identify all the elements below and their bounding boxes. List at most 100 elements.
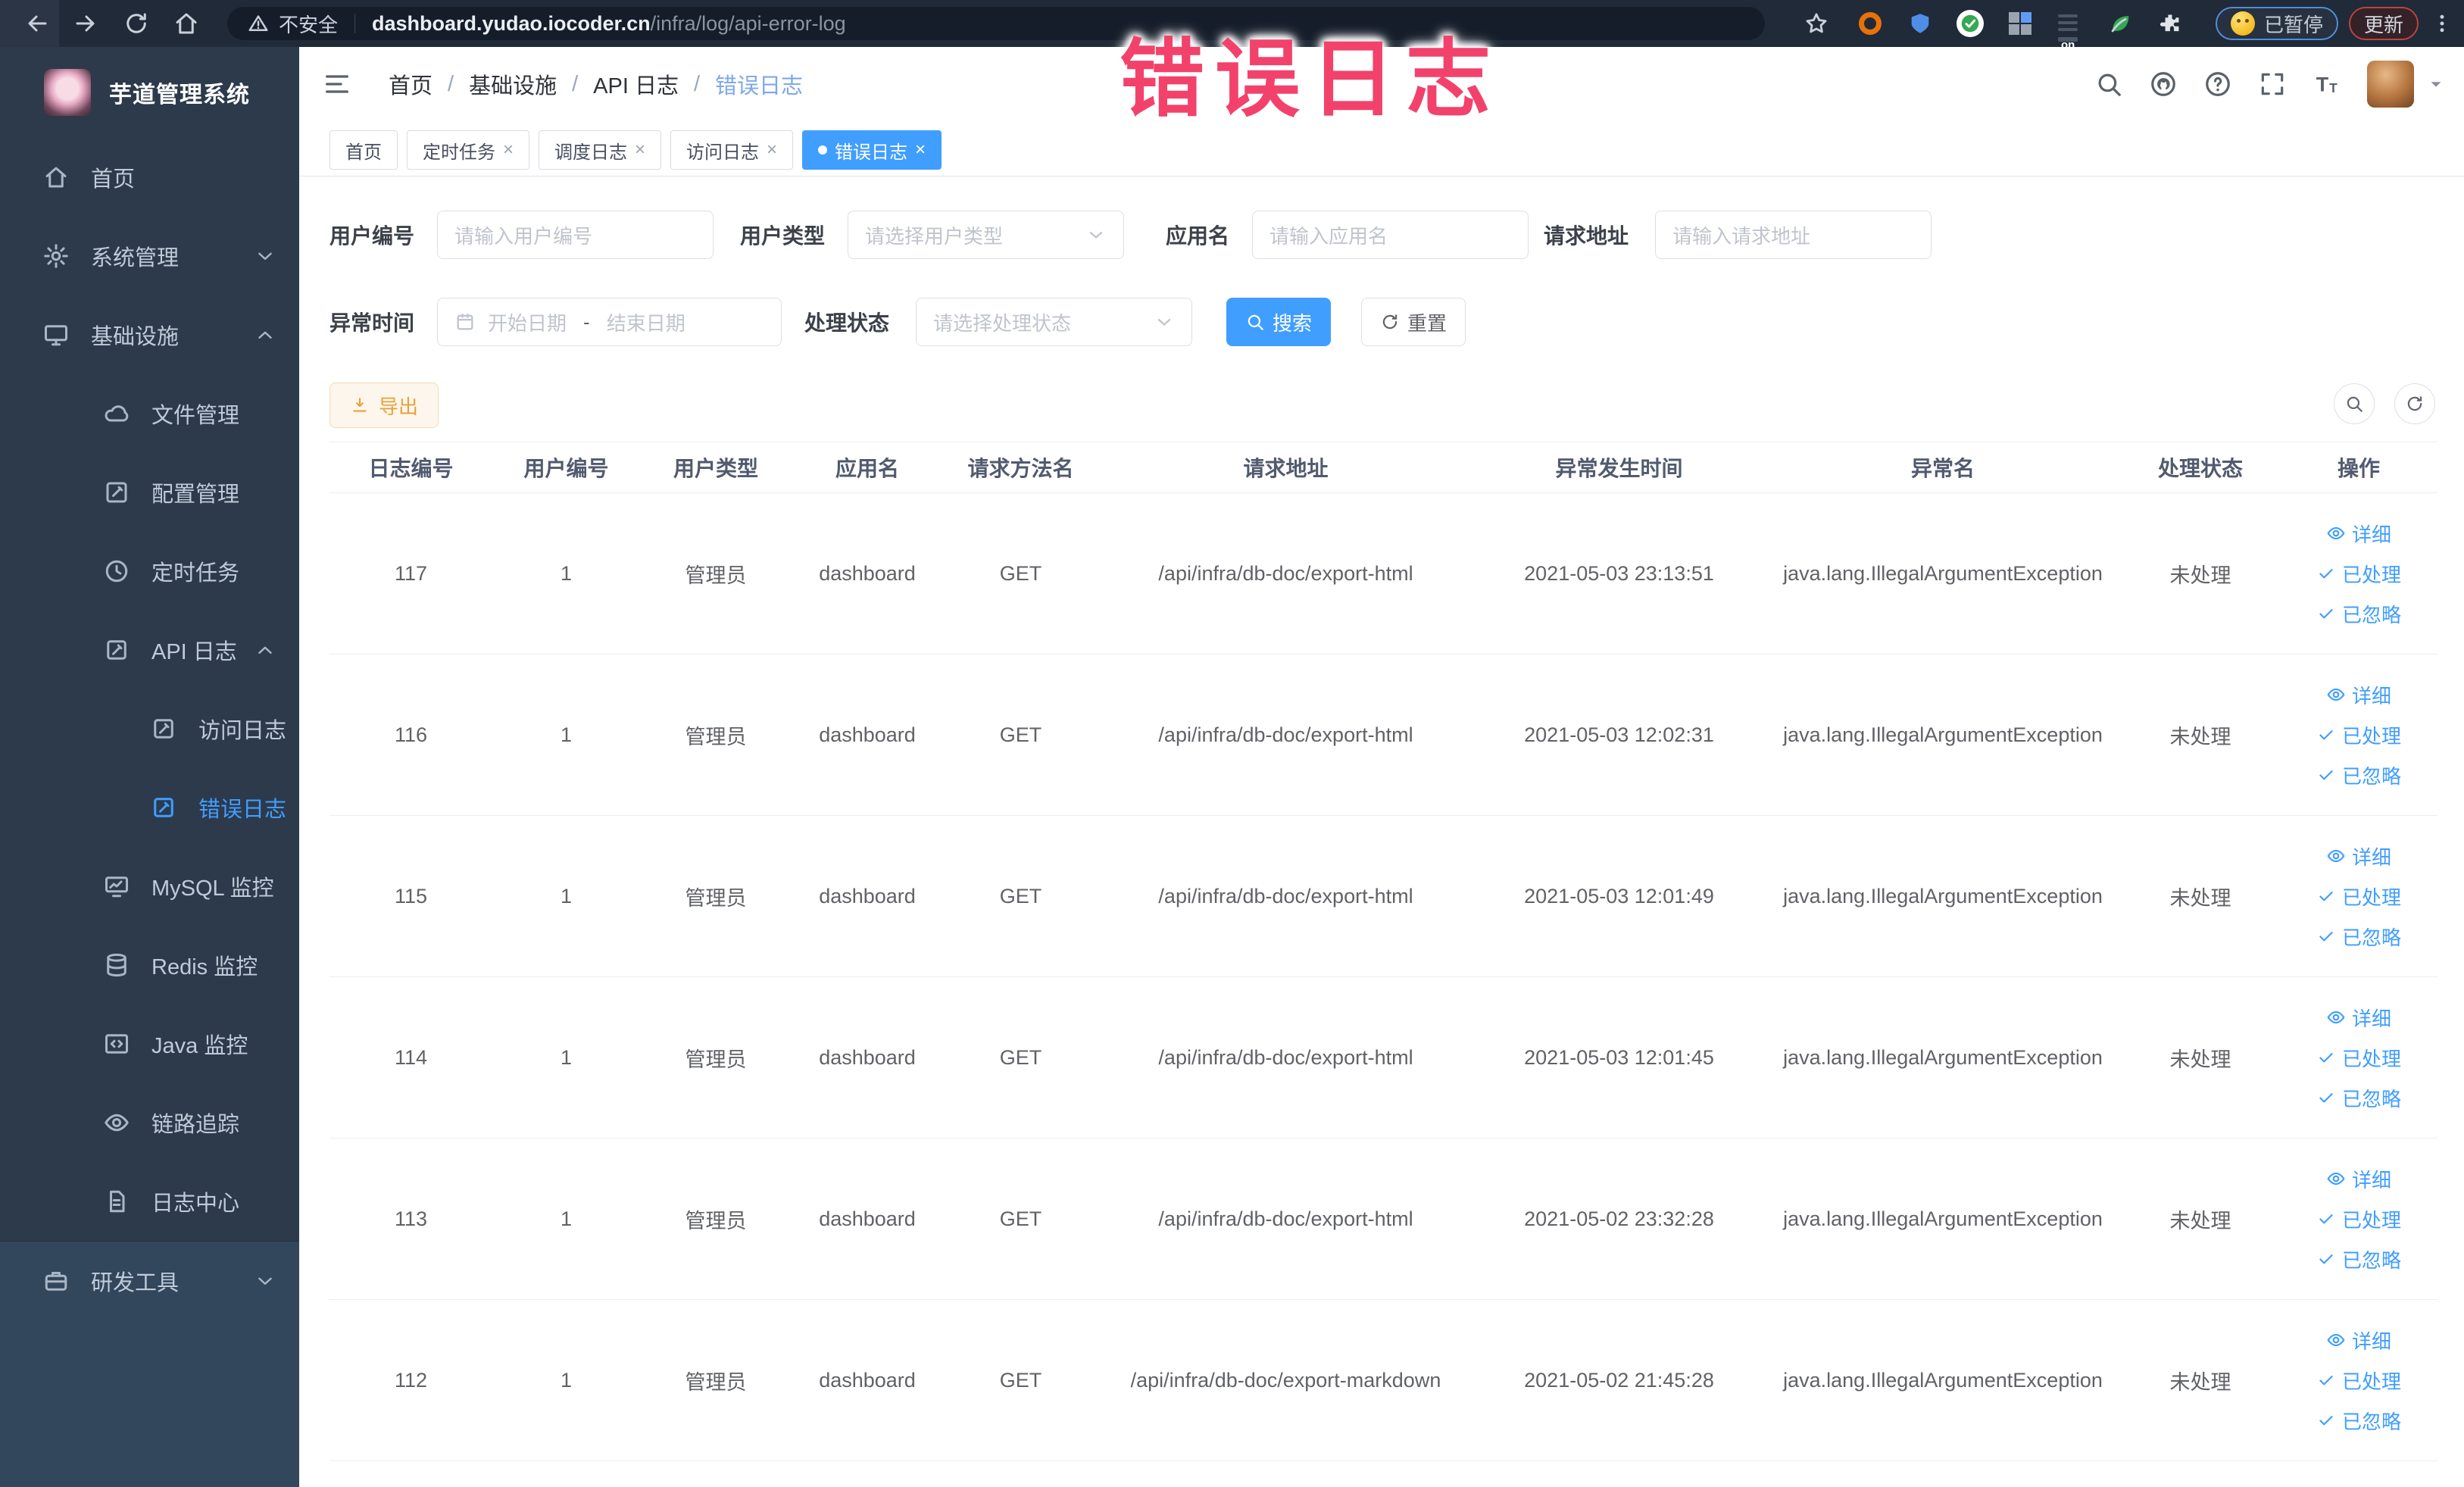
action-已处理[interactable]: 已处理 [2316,1367,2401,1395]
date-range-picker[interactable]: 开始日期 - 结束日期 [437,298,782,346]
user-avatar[interactable] [2367,61,2414,108]
tab-调度日志[interactable]: 调度日志 × [539,130,662,170]
sidebar-item-java[interactable]: Java 监控 [0,1004,299,1083]
browser-reload-button[interactable] [100,10,150,37]
reset-button[interactable]: 重置 [1361,298,1466,346]
action-label: 详细 [2351,523,2391,546]
sidebar-item-file[interactable]: 文件管理 [0,374,299,453]
caret-down-icon[interactable] [2426,74,2446,94]
sidebar-item-job[interactable]: 定时任务 [0,532,299,611]
search-button[interactable]: 搜索 [1226,298,1332,346]
tab-首页[interactable]: 首页 [329,130,398,170]
action-已处理[interactable]: 已处理 [2316,560,2401,588]
action-详细[interactable]: 详细 [2326,1004,2391,1032]
topbar-search-button[interactable] [2094,70,2123,98]
address-bar[interactable]: 不安全 dashboard.yudao.iocoder.cn/infra/log… [227,7,1765,40]
breadcrumb-item[interactable]: API 日志 [593,68,679,100]
tab-错误日志[interactable]: 错误日志 × [802,130,942,170]
action-已处理[interactable]: 已处理 [2316,1044,2401,1072]
topbar-font-size-button[interactable]: TT [2313,70,2341,98]
column-header: 用户编号 [523,457,609,480]
action-已忽略[interactable]: 已忽略 [2316,923,2401,951]
action-已忽略[interactable]: 已忽略 [2316,761,2401,789]
action-已处理[interactable]: 已处理 [2316,1205,2401,1233]
action-已处理[interactable]: 已处理 [2316,721,2401,749]
export-button[interactable]: 导出 [329,383,439,428]
action-label: 已处理 [2341,563,2401,586]
sidebar-item-label: Java 监控 [151,1034,248,1058]
browser-menu-icon[interactable] [2431,12,2453,35]
browser-back-button[interactable] [0,10,50,37]
ext-blue-shield[interactable] [1905,8,1935,39]
refresh-table-button[interactable] [2394,383,2435,424]
sidebar-item-api-log[interactable]: API 日志 [0,611,299,689]
req-url-input[interactable]: 请输入请求地址 [1655,211,1932,259]
user-id-input[interactable]: 请输入用户编号 [437,211,714,259]
sidebar-item-home[interactable]: 首页 [0,138,299,217]
annotation-watermark: 错误日志 [1120,32,1501,127]
action-详细[interactable]: 详细 [2326,842,2391,870]
cell-app-name: dashboard [819,1045,916,1069]
app-name-input[interactable]: 请输入应用名 [1252,211,1529,259]
action-详细[interactable]: 详细 [2326,681,2391,709]
user-type-select[interactable]: 请选择用户类型 [848,211,1125,259]
bookmark-star-icon[interactable] [1803,11,1829,36]
action-详细[interactable]: 详细 [2326,1165,2391,1193]
process-status-select[interactable]: 请选择处理状态 [916,298,1193,346]
tab-close-icon[interactable]: × [503,139,514,161]
sidebar-item-system[interactable]: 系统管理 [0,217,299,295]
eye-icon [2327,526,2345,540]
hamburger-icon[interactable] [322,69,352,99]
refresh-icon [2407,396,2422,411]
sidebar-item-trace[interactable]: 链路追踪 [0,1083,299,1162]
browser-menu-icon [2440,14,2444,33]
search-button-label: 搜索 [1273,311,1313,335]
topbar-help-button[interactable] [2203,70,2232,98]
sidebar-item-access-log[interactable]: 访问日志 [0,689,299,768]
security-warning-icon[interactable] [247,12,270,35]
cell-user-type: 管理员 [685,564,747,587]
cell-process-status: 未处理 [2169,564,2231,587]
ext-green-check[interactable] [1955,8,1985,39]
sidebar-item-log-center[interactable]: 日志中心 [0,1162,299,1241]
breadcrumb-separator: / [448,71,454,96]
main-area: 首页 / 基础设施 / API 日志 / 错误日志 TT 首页 定时任务 × 调度日志 × 访问日志 ×… [299,47,2464,1487]
topbar-fullscreen-button[interactable] [2258,70,2287,98]
chevron-up-icon [254,639,276,661]
cell-app-name: dashboard [819,723,916,746]
sidebar-item-error-log[interactable]: 错误日志 [0,768,299,847]
ext-leaf[interactable] [2105,8,2135,39]
update-chrome-badge[interactable]: 更新 [2348,7,2419,40]
cell-log-id: 115 [394,884,428,908]
tab-close-icon[interactable]: × [915,139,926,161]
breadcrumb-item[interactable]: 基础设施 [469,68,557,100]
tab-定时任务[interactable]: 定时任务 × [407,130,530,170]
ext-on-badge[interactable]: on [2055,8,2085,51]
ext-orange-ring[interactable] [1855,8,1885,39]
ext-grid[interactable] [2005,8,2035,39]
sidebar-item-redis[interactable]: Redis 监控 [0,926,299,1004]
toggle-search-button[interactable] [2334,383,2375,424]
sidebar-item-mysql[interactable]: MySQL 监控 [0,847,299,926]
topbar-github-button[interactable] [2149,70,2178,98]
sidebar-item-infra[interactable]: 基础设施 [0,295,299,374]
sidebar-item-dev-tool[interactable]: 研发工具 [0,1242,299,1320]
action-已处理[interactable]: 已处理 [2316,883,2401,911]
tab-close-icon[interactable]: × [635,139,645,161]
breadcrumb-item[interactable]: 首页 [389,68,433,100]
browser-home-button[interactable] [150,10,200,37]
action-已忽略[interactable]: 已忽略 [2316,1407,2401,1435]
paused-extension-badge[interactable]: 已暂停 [2215,7,2338,40]
sidebar-logo[interactable]: 芋道管理系统 [0,47,299,138]
action-已忽略[interactable]: 已忽略 [2316,1245,2401,1273]
sidebar-item-config[interactable]: 配置管理 [0,453,299,532]
browser-forward-button[interactable] [50,10,100,37]
action-已忽略[interactable]: 已忽略 [2316,600,2401,628]
ext-puzzle[interactable] [2155,8,2185,39]
action-详细[interactable]: 详细 [2326,520,2391,548]
cell-actions: 详细 已处理 已忽略 [2280,681,2437,789]
action-已忽略[interactable]: 已忽略 [2316,1084,2401,1112]
action-详细[interactable]: 详细 [2326,1326,2391,1354]
tab-访问日志[interactable]: 访问日志 × [670,130,794,170]
tab-close-icon[interactable]: × [767,139,777,161]
